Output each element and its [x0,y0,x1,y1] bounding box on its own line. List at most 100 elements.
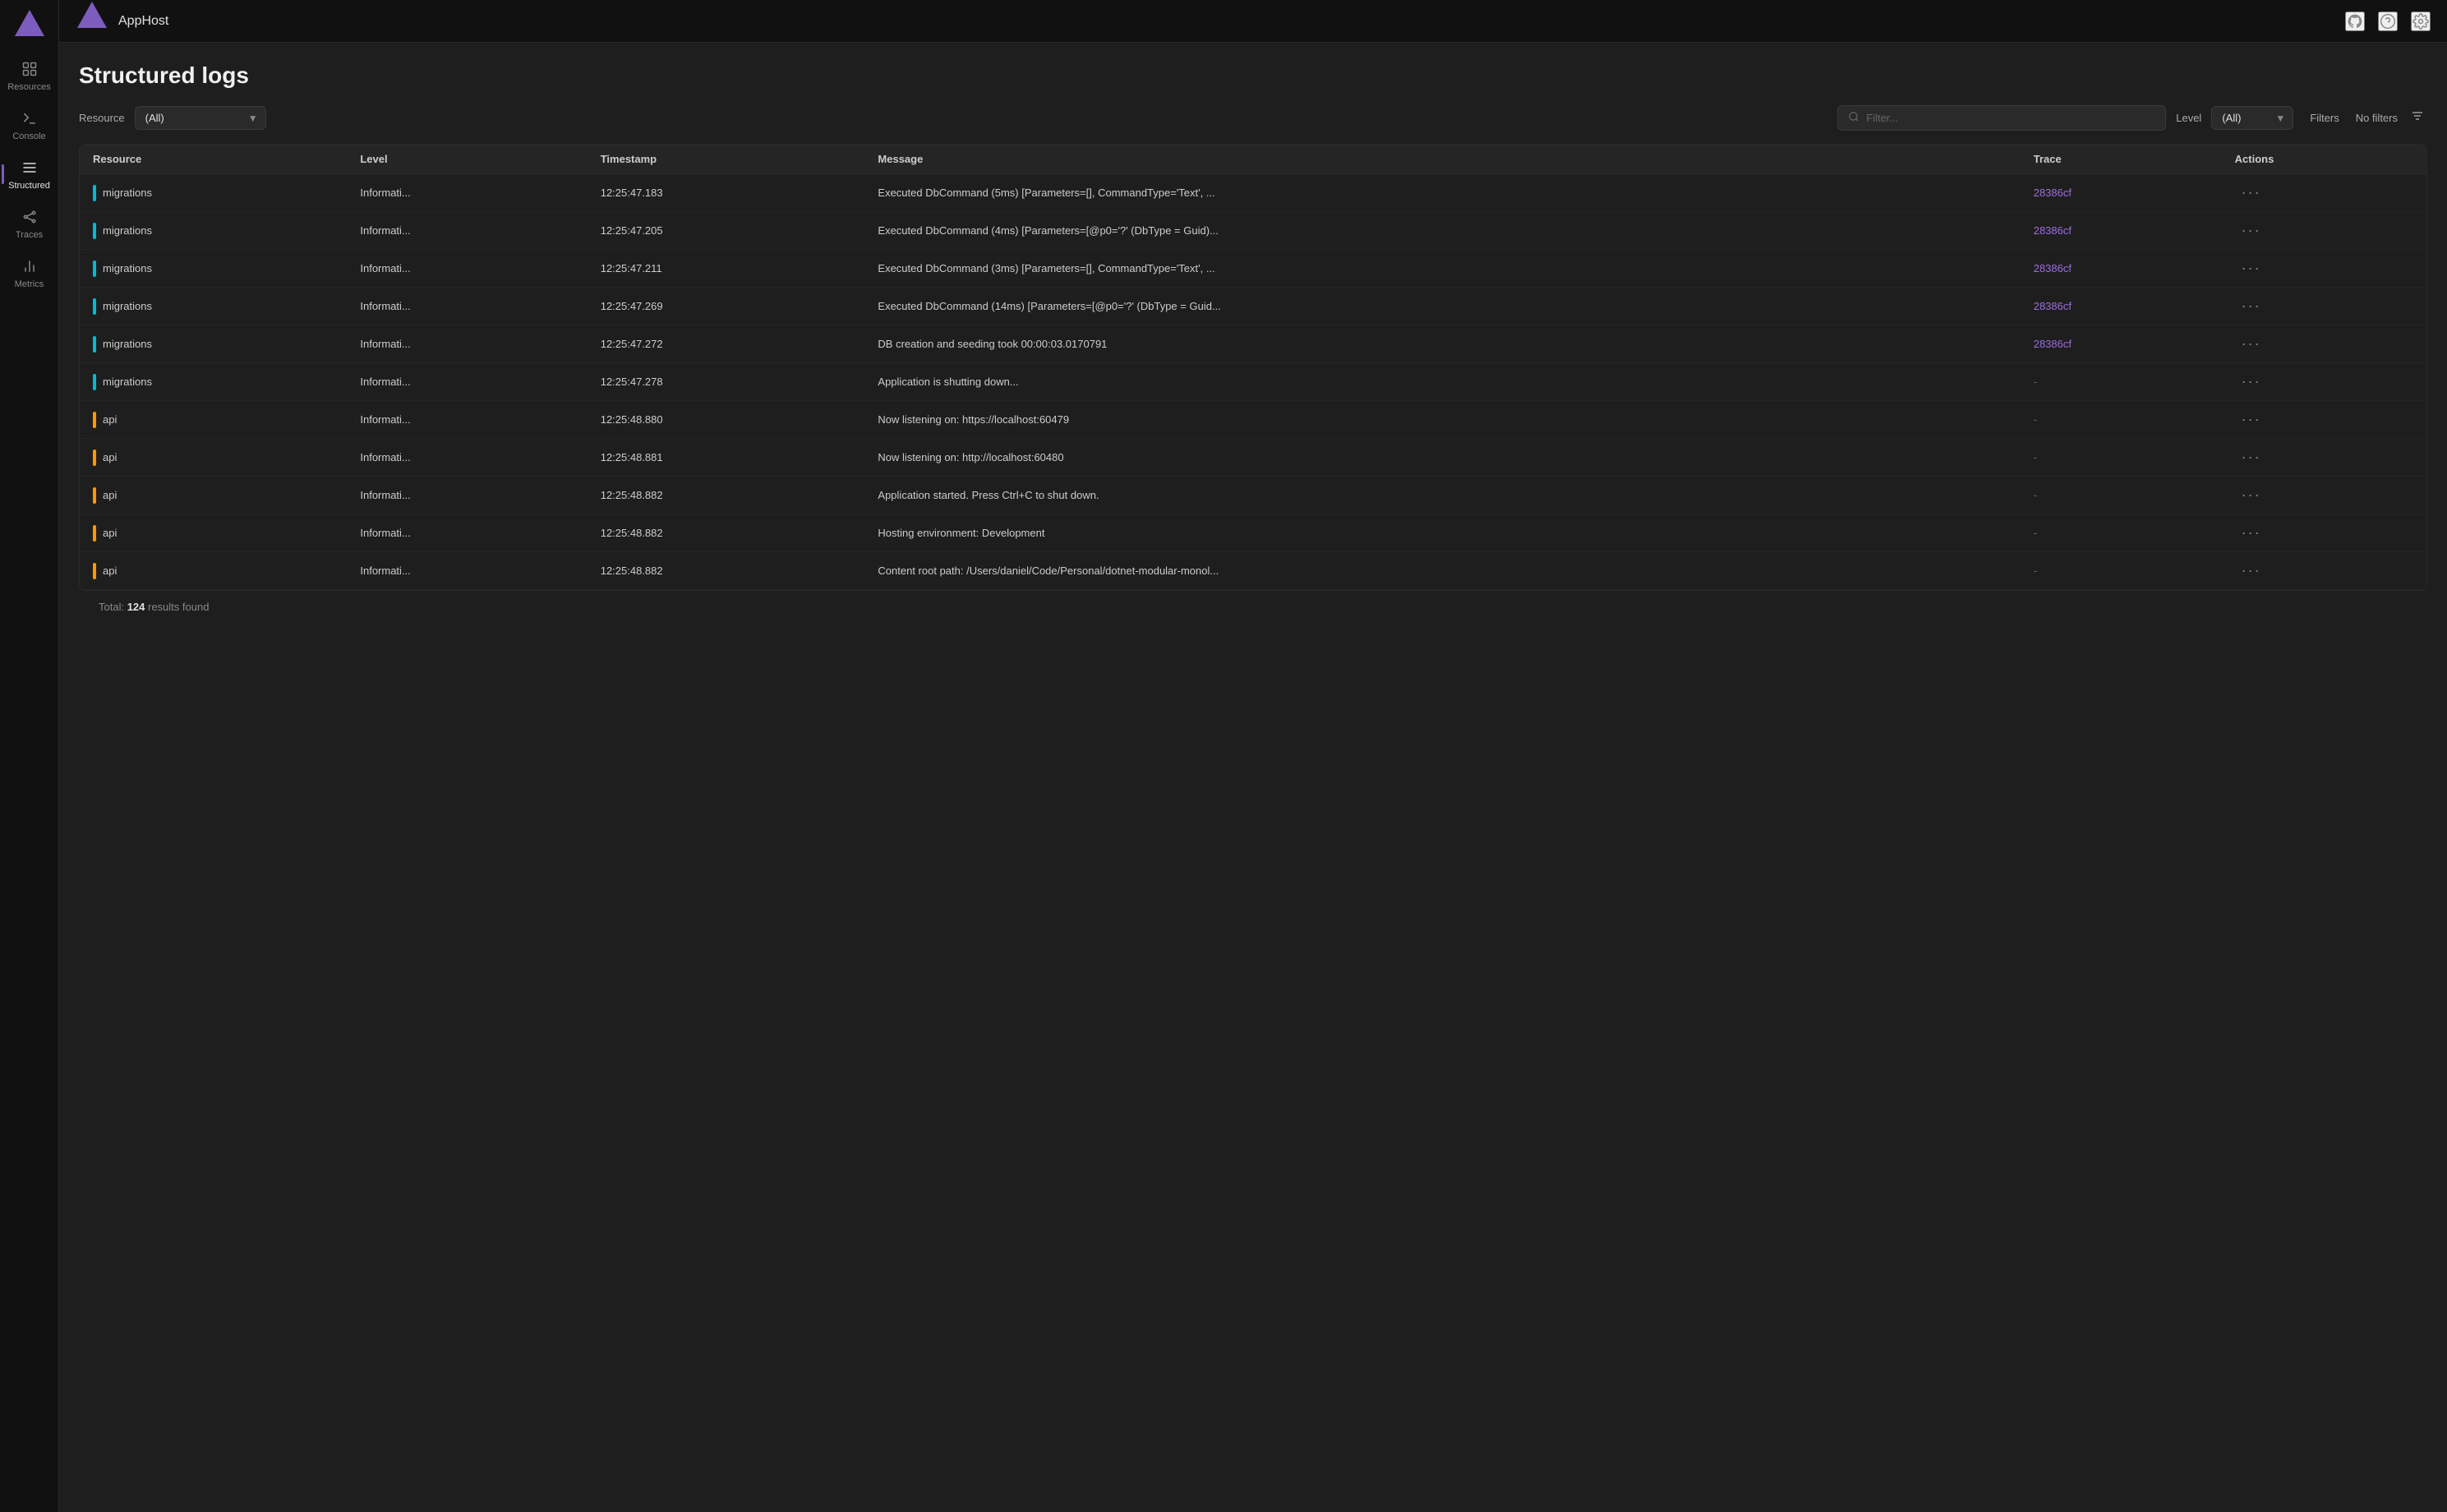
actions-button-8[interactable]: ··· [2235,485,2268,505]
table-header: Resource Level Timestamp Message Trace A… [80,145,2426,174]
trace-dash-6: - [2034,413,2037,426]
footer: Total: 124 results found [79,591,2427,623]
column-resource: Resource [80,145,347,174]
logo-triangle-icon [15,10,44,36]
cell-actions-1[interactable]: ··· [2222,212,2426,250]
github-button[interactable] [2345,12,2365,31]
filter-icon-button[interactable] [2408,106,2427,130]
resource-name-5: migrations [103,376,152,388]
cell-resource-5: migrations [80,363,347,401]
actions-button-2[interactable]: ··· [2235,258,2268,279]
filter-input[interactable] [1866,112,2155,124]
cell-actions-6[interactable]: ··· [2222,401,2426,439]
console-icon [20,108,39,128]
actions-button-4[interactable]: ··· [2235,334,2268,354]
sidebar-item-metrics[interactable]: Metrics [5,250,54,296]
table-row: migrations Informati... 12:25:47.183 Exe… [80,174,2426,212]
cell-level-10: Informati... [347,552,587,590]
cell-trace-0[interactable]: 28386cf [2021,174,2222,212]
actions-button-5[interactable]: ··· [2235,371,2268,392]
sidebar-label-console: Console [12,131,45,141]
cell-timestamp-7: 12:25:48.881 [588,439,865,477]
table-row: api Informati... 12:25:48.882 Applicatio… [80,477,2426,514]
cell-actions-7[interactable]: ··· [2222,439,2426,477]
topbar-logo-icon [77,2,107,28]
sidebar-item-console[interactable]: Console [5,102,54,148]
resource-name-9: api [103,527,117,539]
help-button[interactable] [2378,12,2398,31]
sidebar-label-metrics: Metrics [15,279,44,289]
filters-button[interactable]: Filters [2303,107,2345,129]
cell-level-9: Informati... [347,514,587,552]
actions-button-0[interactable]: ··· [2235,182,2268,203]
trace-link-0[interactable]: 28386cf [2034,187,2071,199]
cell-actions-3[interactable]: ··· [2222,288,2426,325]
cell-level-2: Informati... [347,250,587,288]
trace-link-4[interactable]: 28386cf [2034,338,2071,350]
result-count: 124 [127,601,145,613]
app-title: AppHost [118,14,168,29]
resource-name-4: migrations [103,338,152,350]
footer-prefix: Total: [99,601,127,613]
actions-button-6[interactable]: ··· [2235,409,2268,430]
cell-actions-5[interactable]: ··· [2222,363,2426,401]
cell-trace-3[interactable]: 28386cf [2021,288,2222,325]
trace-link-1[interactable]: 28386cf [2034,224,2071,237]
sidebar-label-resources: Resources [7,82,51,92]
column-timestamp: Timestamp [588,145,865,174]
column-trace: Trace [2021,145,2222,174]
resource-select[interactable]: (All) [135,106,266,130]
no-filters-label: No filters [2356,112,2398,124]
level-select-wrapper: (All) ▼ [2211,106,2293,130]
topbar-icons [2345,12,2431,31]
cell-resource-0: migrations [80,174,347,212]
actions-button-10[interactable]: ··· [2235,560,2268,581]
logs-table-container: Resource Level Timestamp Message Trace A… [79,144,2427,591]
cell-resource-3: migrations [80,288,347,325]
resource-indicator-5 [93,374,96,390]
actions-button-7[interactable]: ··· [2235,447,2268,468]
cell-level-7: Informati... [347,439,587,477]
sidebar-item-structured[interactable]: Structured [5,151,54,197]
trace-dash-7: - [2034,451,2037,463]
cell-message-4: DB creation and seeding took 00:00:03.01… [864,325,2020,363]
cell-timestamp-3: 12:25:47.269 [588,288,865,325]
cell-actions-0[interactable]: ··· [2222,174,2426,212]
cell-actions-8[interactable]: ··· [2222,477,2426,514]
cell-actions-9[interactable]: ··· [2222,514,2426,552]
resource-indicator-2 [93,260,96,277]
sidebar-item-resources[interactable]: Resources [5,53,54,99]
resource-name-6: api [103,413,117,426]
actions-button-9[interactable]: ··· [2235,523,2268,543]
structured-icon [20,158,39,177]
cell-trace-2[interactable]: 28386cf [2021,250,2222,288]
page-title: Structured logs [79,62,2427,89]
cell-actions-10[interactable]: ··· [2222,552,2426,590]
trace-dash-5: - [2034,376,2037,388]
resource-name-3: migrations [103,300,152,312]
cell-resource-7: api [80,439,347,477]
cell-resource-4: migrations [80,325,347,363]
settings-button[interactable] [2411,12,2431,31]
actions-button-3[interactable]: ··· [2235,296,2268,316]
trace-link-2[interactable]: 28386cf [2034,262,2071,274]
trace-link-3[interactable]: 28386cf [2034,300,2071,312]
cell-trace-4[interactable]: 28386cf [2021,325,2222,363]
resource-indicator-3 [93,298,96,315]
sidebar-item-traces[interactable]: Traces [5,201,54,247]
cell-actions-2[interactable]: ··· [2222,250,2426,288]
cell-timestamp-2: 12:25:47.211 [588,250,865,288]
resource-select-wrapper: (All) ▼ [135,106,266,130]
cell-message-7: Now listening on: http://localhost:60480 [864,439,2020,477]
resource-indicator-7 [93,449,96,466]
cell-message-2: Executed DbCommand (3ms) [Parameters=[],… [864,250,2020,288]
resource-indicator-6 [93,412,96,428]
actions-button-1[interactable]: ··· [2235,220,2268,241]
cell-actions-4[interactable]: ··· [2222,325,2426,363]
cell-trace-1[interactable]: 28386cf [2021,212,2222,250]
topbar-logo [76,0,108,31]
trace-dash-9: - [2034,527,2037,539]
cell-level-5: Informati... [347,363,587,401]
level-select[interactable]: (All) [2211,106,2293,130]
cell-trace-5: - [2021,363,2222,401]
